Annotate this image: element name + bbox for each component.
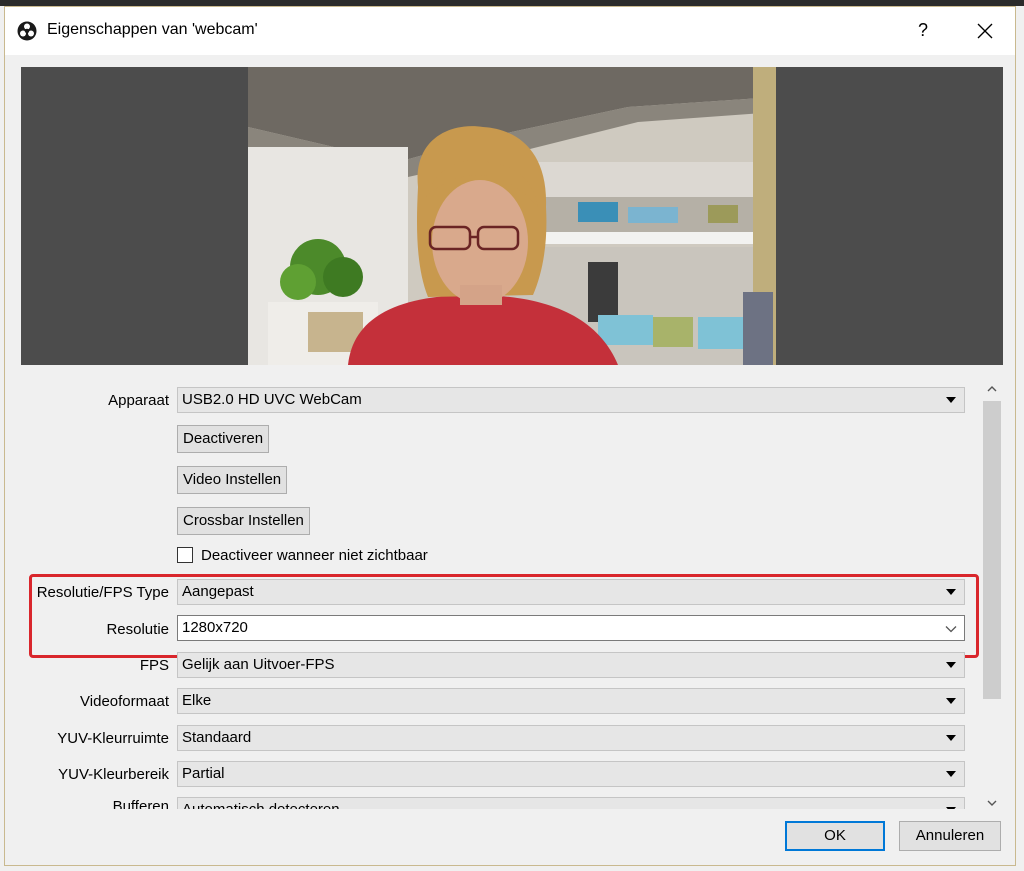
- yuv-color-range-label: YUV-Kleurbereik: [58, 766, 169, 783]
- deactivate-button[interactable]: Deactiveren: [177, 425, 270, 453]
- properties-scrollbar[interactable]: [981, 379, 1003, 813]
- scroll-down-icon[interactable]: [981, 793, 1003, 813]
- buffering-value: Automatisch detecteren: [182, 801, 340, 809]
- dropdown-arrow-icon: [946, 735, 956, 741]
- deactivate-when-hidden-checkbox[interactable]: [177, 547, 193, 563]
- cancel-button[interactable]: Annuleren: [899, 821, 1001, 851]
- device-select[interactable]: USB2.0 HD UVC WebCam: [177, 387, 965, 413]
- title-bar: Eigenschappen van 'webcam' ?: [5, 7, 1015, 55]
- buffering-select[interactable]: Automatisch detecteren: [177, 797, 965, 809]
- yuv-color-space-label: YUV-Kleurruimte: [57, 730, 169, 747]
- yuv-color-range-select[interactable]: Partial: [177, 761, 965, 787]
- dropdown-arrow-icon: [946, 662, 956, 668]
- video-format-label: Videoformaat: [80, 693, 169, 710]
- yuv-color-space-value: Standaard: [182, 729, 252, 746]
- fps-select[interactable]: Gelijk aan Uitvoer-FPS: [177, 652, 965, 678]
- scroll-up-icon[interactable]: [981, 379, 1003, 399]
- yuv-color-range-value: Partial: [182, 765, 225, 782]
- buffering-label: Bufferen: [112, 798, 169, 809]
- buffering-row-clip: Bufferen Automatisch detecteren: [5, 795, 981, 809]
- device-value: USB2.0 HD UVC WebCam: [182, 391, 362, 408]
- properties-dialog: Eigenschappen van 'webcam' ? Apparaat US…: [4, 6, 1016, 866]
- webcam-preview: [21, 67, 1003, 365]
- fps-label: FPS: [139, 657, 169, 674]
- dialog-title: Eigenschappen van 'webcam': [47, 21, 258, 38]
- device-label: Apparaat: [108, 392, 169, 409]
- video-config-button[interactable]: Video Instellen: [177, 466, 288, 494]
- dropdown-arrow-icon: [946, 807, 956, 809]
- webcam-image: [248, 67, 776, 365]
- scroll-thumb[interactable]: [983, 401, 1001, 699]
- dropdown-arrow-icon: [946, 771, 956, 777]
- highlight-annotation: [29, 574, 979, 658]
- obs-logo-icon: [17, 21, 37, 41]
- dropdown-arrow-icon: [946, 698, 956, 704]
- fps-value: Gelijk aan Uitvoer-FPS: [182, 656, 335, 673]
- close-icon[interactable]: [971, 17, 999, 45]
- yuv-color-space-select[interactable]: Standaard: [177, 725, 965, 751]
- dropdown-arrow-icon: [946, 397, 956, 403]
- ok-button[interactable]: OK: [785, 821, 885, 851]
- crossbar-config-button[interactable]: Crossbar Instellen: [177, 507, 310, 535]
- video-format-value: Elke: [182, 692, 212, 709]
- help-button[interactable]: ?: [911, 18, 935, 42]
- video-format-select[interactable]: Elke: [177, 688, 965, 714]
- deactivate-when-hidden-label: Deactiveer wanneer niet zichtbaar: [201, 547, 428, 564]
